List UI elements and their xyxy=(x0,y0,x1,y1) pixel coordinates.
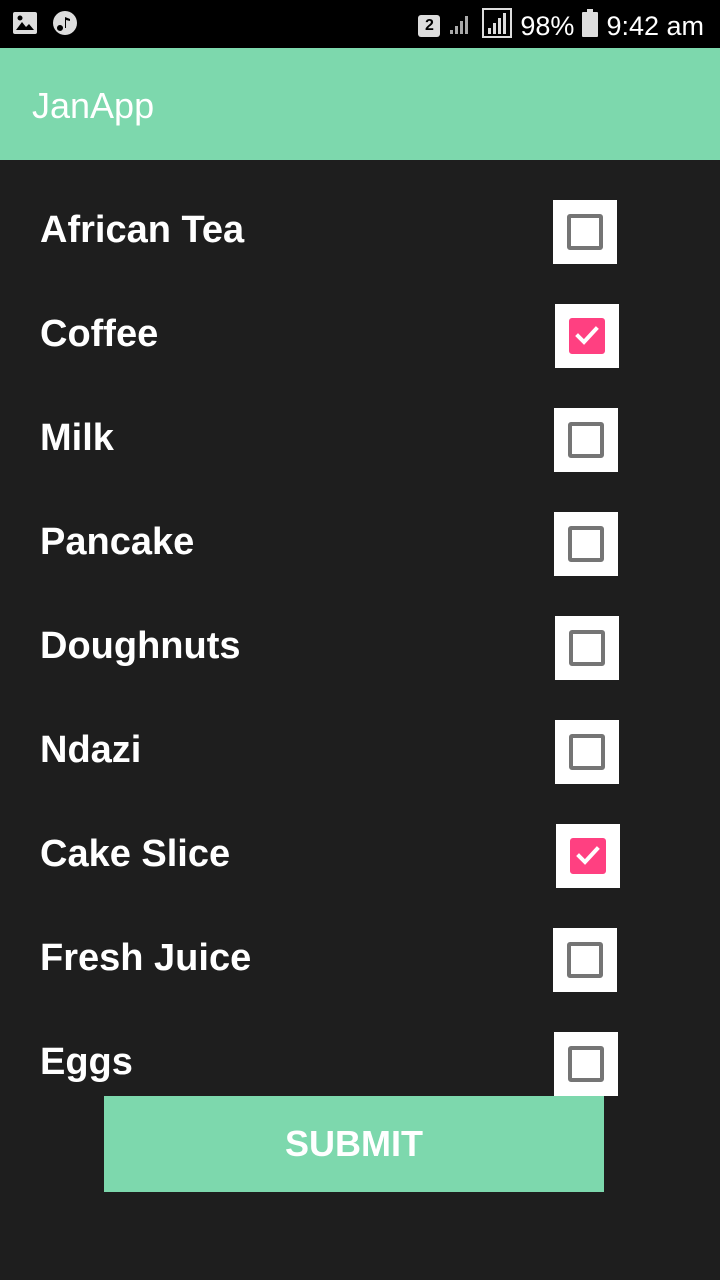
item-checkbox[interactable] xyxy=(555,616,619,680)
list-item: Pancake xyxy=(0,472,720,576)
signal-icon xyxy=(448,10,474,41)
item-checkbox[interactable] xyxy=(553,200,617,264)
music-notification-icon xyxy=(52,10,78,41)
item-label: Pancake xyxy=(40,521,195,563)
checkbox-box[interactable] xyxy=(567,214,603,250)
app-title: JanApp xyxy=(32,85,155,126)
checkmark-icon xyxy=(575,326,599,345)
item-label: Fresh Juice xyxy=(40,937,252,979)
item-checkbox[interactable] xyxy=(556,824,620,888)
list-item: Fresh Juice xyxy=(0,888,720,992)
item-checkbox[interactable] xyxy=(555,304,619,368)
checkbox-box[interactable] xyxy=(567,942,603,978)
item-label: African Tea xyxy=(40,209,245,251)
app-bar: JanApp xyxy=(0,48,720,160)
checkbox-box[interactable] xyxy=(569,734,605,770)
checkbox-box[interactable] xyxy=(569,318,605,354)
item-checkbox[interactable] xyxy=(555,720,619,784)
checkbox-box[interactable] xyxy=(568,526,604,562)
item-checkbox[interactable] xyxy=(554,408,618,472)
item-checkbox[interactable] xyxy=(553,928,617,992)
item-checkbox[interactable] xyxy=(554,1032,618,1096)
gallery-notification-icon xyxy=(12,10,38,41)
checkbox-box[interactable] xyxy=(568,422,604,458)
item-label: Doughnuts xyxy=(40,625,241,667)
checkmark-icon xyxy=(576,846,600,865)
signal-strength-icon xyxy=(482,8,513,43)
item-checkbox[interactable] xyxy=(554,512,618,576)
list-item: African Tea xyxy=(0,160,720,264)
menu-list: African Tea Coffee Milk Pancake Doughnut… xyxy=(0,160,720,1100)
item-label: Eggs xyxy=(40,1041,133,1083)
checkbox-box[interactable] xyxy=(570,838,606,874)
submit-button[interactable]: SUBMIT xyxy=(104,1096,604,1192)
list-item: Doughnuts xyxy=(0,576,720,680)
clock: 9:42 am xyxy=(606,10,704,41)
item-label: Ndazi xyxy=(40,729,142,771)
list-item: Cake Slice xyxy=(0,784,720,888)
status-bar: 2 98% 9:42 am xyxy=(0,0,720,48)
battery-icon xyxy=(582,9,599,42)
checkbox-box[interactable] xyxy=(569,630,605,666)
item-label: Milk xyxy=(40,417,114,459)
list-item: Coffee xyxy=(0,264,720,368)
sim-badge: 2 xyxy=(418,14,441,37)
battery-percent: 98% xyxy=(520,10,575,41)
list-item: Milk xyxy=(0,368,720,472)
item-label: Coffee xyxy=(40,313,159,355)
item-label: Cake Slice xyxy=(40,833,231,875)
list-item: Ndazi xyxy=(0,680,720,784)
list-item: Eggs xyxy=(0,992,720,1096)
checkbox-box[interactable] xyxy=(568,1046,604,1082)
